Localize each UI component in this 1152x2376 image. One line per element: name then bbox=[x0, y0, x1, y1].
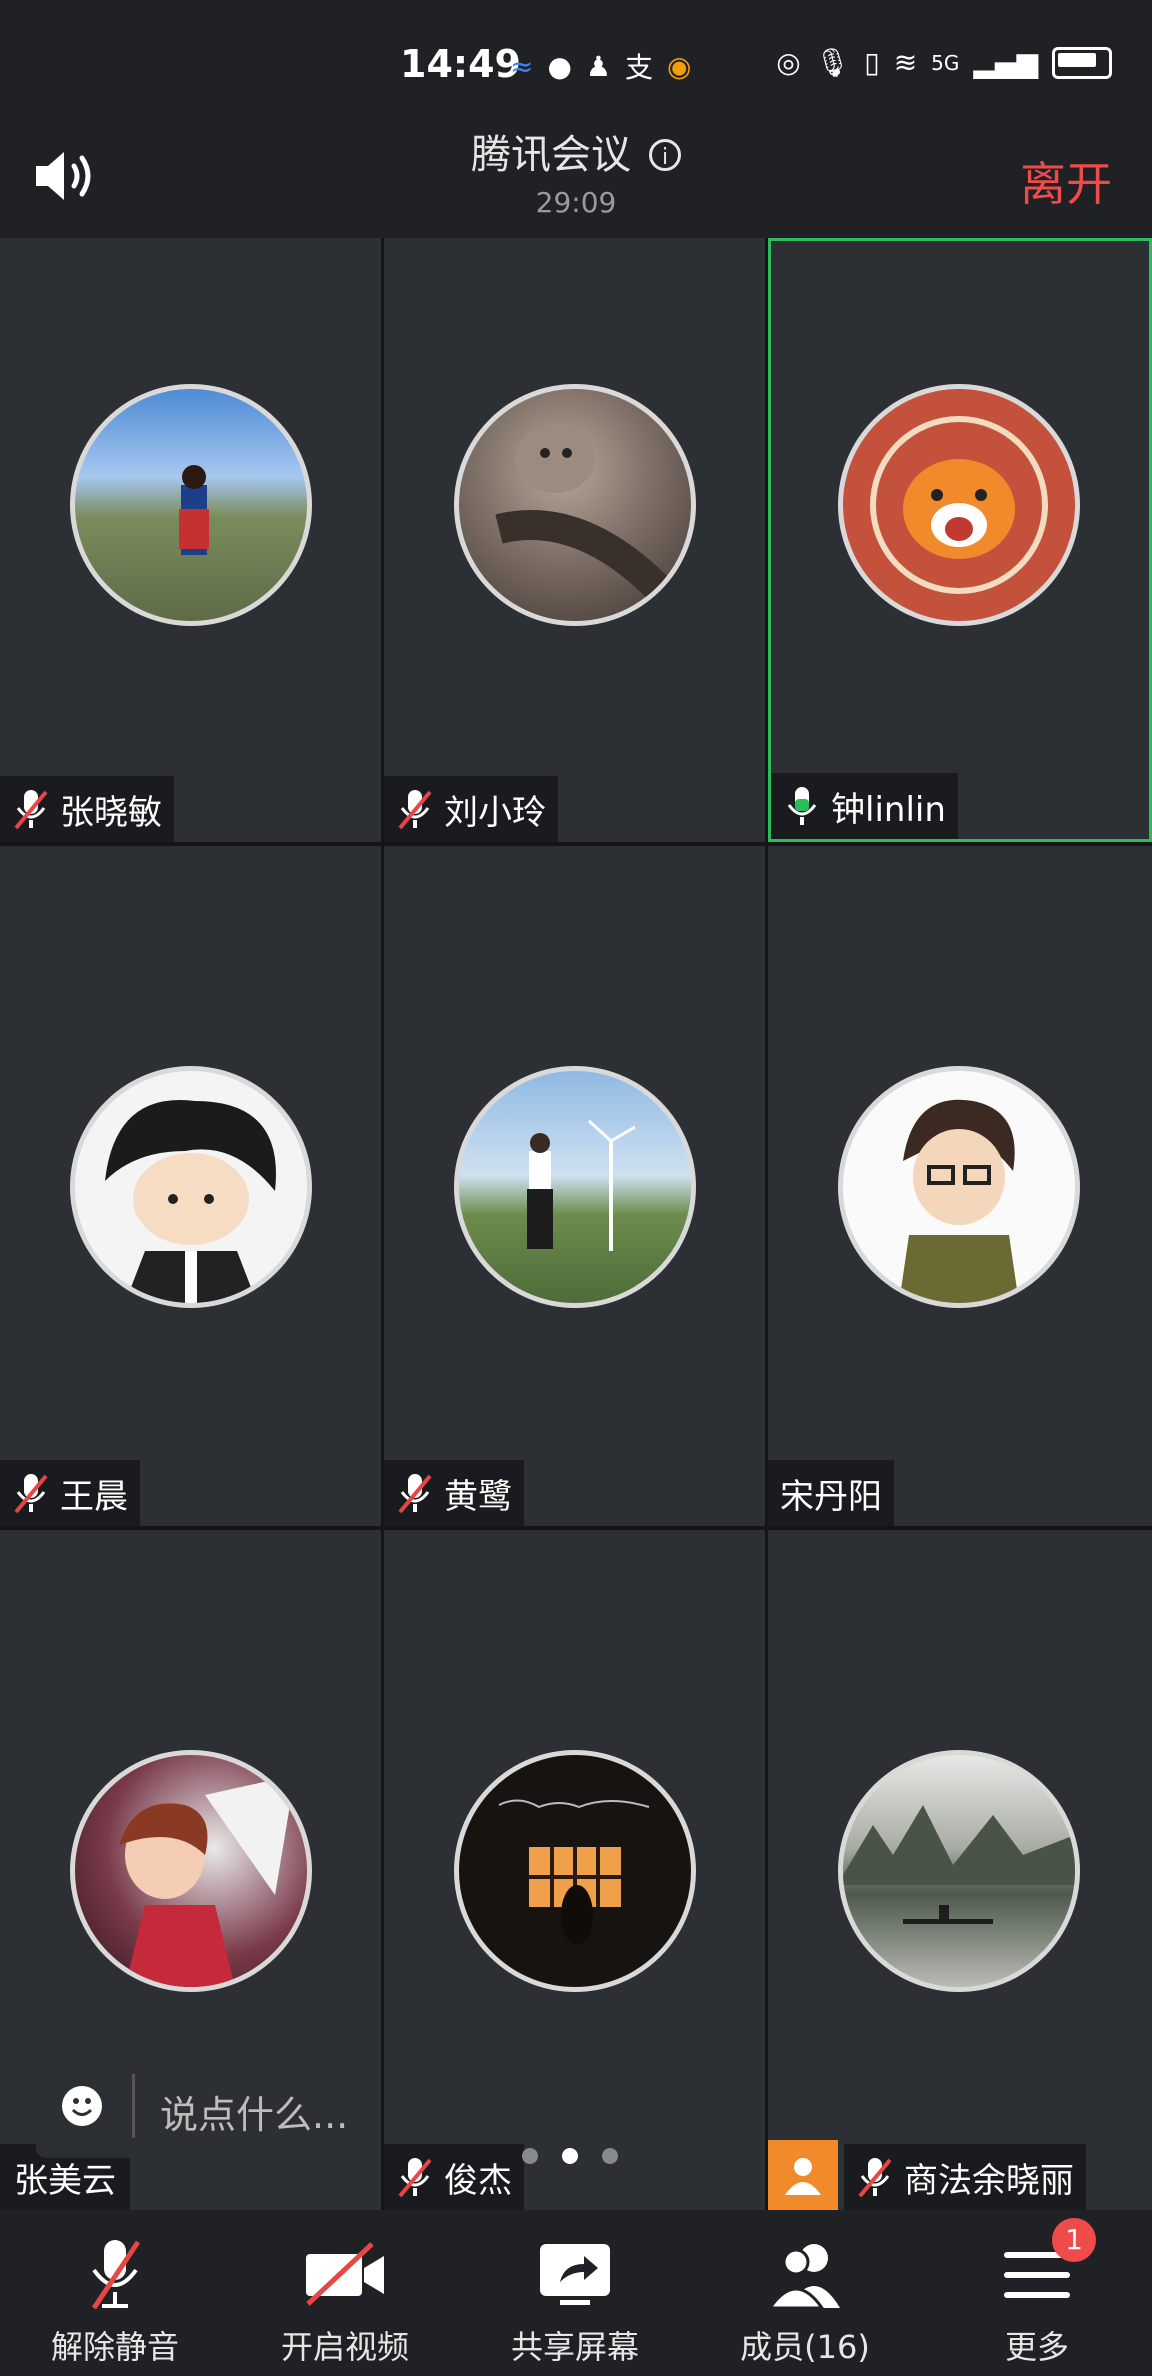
participant-tile[interactable]: 张晓敏 bbox=[0, 238, 381, 842]
status-right-icons: ◎ 🎙︎ ▯ ≋ 5G ▂▄▆ bbox=[776, 46, 1112, 79]
participant-grid: 张晓敏 刘小玲 钟linlin 王晨 黄鹭 宋丹阳 张美云 俊杰 商法余晓丽 bbox=[0, 238, 1152, 2210]
participant-tile[interactable]: 俊杰 bbox=[384, 1530, 765, 2210]
participant-name: 宋丹阳 bbox=[780, 1476, 882, 1517]
colorful-app-icon: ◉ bbox=[667, 49, 692, 83]
unmute-button[interactable]: 解除静音 bbox=[0, 2210, 230, 2376]
mic-muted-icon bbox=[398, 2158, 432, 2198]
participant-tile[interactable]: 宋丹阳 bbox=[768, 846, 1152, 1526]
status-left-icons: ≈ ● ♟ 支 ◉ bbox=[510, 46, 691, 86]
emoji-icon[interactable] bbox=[62, 2086, 102, 2126]
avatar bbox=[838, 384, 1080, 626]
mic-off-icon bbox=[91, 2240, 141, 2310]
participant-name: 张美云 bbox=[14, 2160, 116, 2201]
page-dot[interactable] bbox=[522, 2148, 538, 2164]
bottom-toolbar: 解除静音 开启视频 共享屏幕 成员(16) 1 更多 bbox=[0, 2210, 1152, 2376]
participant-namebar: 黄鹭 bbox=[384, 1460, 524, 1526]
avatar bbox=[838, 1066, 1080, 1308]
participant-namebar: 张晓敏 bbox=[0, 776, 174, 842]
eye-icon: ◎ bbox=[776, 46, 801, 79]
start-video-label: 开启视频 bbox=[280, 2328, 409, 2366]
notification-badge: 1 bbox=[1052, 2218, 1096, 2262]
avatar bbox=[838, 1750, 1080, 1992]
participant-tile[interactable]: 刘小玲 bbox=[384, 238, 765, 842]
participant-namebar: 宋丹阳 bbox=[768, 1460, 894, 1526]
participant-name: 刘小玲 bbox=[444, 792, 546, 833]
share-screen-label: 共享屏幕 bbox=[510, 2328, 639, 2366]
battery-icon bbox=[1052, 46, 1112, 79]
avatar bbox=[454, 384, 696, 626]
user-icon bbox=[785, 2158, 821, 2195]
avatar bbox=[70, 1750, 312, 1992]
mic-icon: 🎙︎ bbox=[814, 46, 851, 79]
participant-tile-active-speaker[interactable]: 钟linlin bbox=[768, 238, 1152, 842]
share-screen-icon bbox=[540, 2244, 610, 2305]
share-screen-button[interactable]: 共享屏幕 bbox=[460, 2210, 690, 2376]
participant-name: 黄鹭 bbox=[444, 1476, 512, 1517]
participant-namebar: 钟linlin bbox=[771, 773, 958, 839]
mic-muted-icon bbox=[398, 790, 432, 830]
chat-placeholder[interactable]: 说点什么... bbox=[160, 2084, 348, 2139]
avatar bbox=[70, 384, 312, 626]
participant-namebar: 商法余晓丽 bbox=[844, 2144, 1086, 2210]
participant-name: 俊杰 bbox=[444, 2160, 512, 2201]
meeting-duration: 29:09 bbox=[535, 186, 617, 219]
more-button[interactable]: 1 更多 bbox=[922, 2210, 1152, 2376]
participant-tile[interactable]: 商法余晓丽 bbox=[768, 1530, 1152, 2210]
unmute-label: 解除静音 bbox=[50, 2328, 179, 2366]
page-dot[interactable] bbox=[602, 2148, 618, 2164]
avatar bbox=[454, 1066, 696, 1308]
meeting-header: 腾讯会议 i 29:09 离开 bbox=[0, 100, 1152, 238]
participant-name: 钟linlin bbox=[831, 789, 946, 830]
participant-name: 商法余晓丽 bbox=[904, 2160, 1074, 2201]
participant-tile[interactable]: 黄鹭 bbox=[384, 846, 765, 1526]
status-time: 14:49 bbox=[400, 42, 521, 86]
participant-namebar: 刘小玲 bbox=[384, 776, 558, 842]
members-icon bbox=[767, 2244, 840, 2310]
vibrate-icon: ▯ bbox=[864, 46, 880, 79]
start-video-button[interactable]: 开启视频 bbox=[230, 2210, 460, 2376]
more-label: 更多 bbox=[1004, 2328, 1069, 2366]
wifi-icon: ≋ bbox=[893, 46, 918, 79]
page-dot-active[interactable] bbox=[562, 2148, 578, 2164]
alipay-icon: 支 bbox=[625, 51, 654, 84]
avatar bbox=[70, 1066, 312, 1308]
avatar bbox=[454, 1750, 696, 1992]
mosaic-app-icon: ≈ bbox=[510, 49, 534, 83]
participant-name: 张晓敏 bbox=[60, 792, 162, 833]
participant-tile[interactable]: 王晨 bbox=[0, 846, 381, 1526]
signal-icon: ▂▄▆ bbox=[973, 46, 1038, 79]
chat-input[interactable]: 说点什么... bbox=[36, 2054, 380, 2158]
video-off-icon bbox=[306, 2242, 384, 2306]
wechat-icon: ● bbox=[547, 49, 572, 83]
meeting-title-wrap[interactable]: 腾讯会议 i bbox=[0, 122, 1152, 180]
qq-icon: ♟ bbox=[585, 49, 612, 83]
chat-divider bbox=[132, 2074, 135, 2138]
members-button[interactable]: 成员(16) bbox=[690, 2210, 920, 2376]
mic-muted-icon bbox=[14, 790, 48, 830]
participant-name: 王晨 bbox=[60, 1476, 128, 1517]
meeting-title: 腾讯会议 bbox=[471, 132, 631, 178]
host-badge bbox=[768, 2140, 838, 2210]
participant-namebar: 王晨 bbox=[0, 1460, 140, 1526]
members-label: 成员(16) bbox=[740, 2328, 870, 2366]
page-indicator bbox=[522, 2148, 618, 2164]
mic-speaking-icon bbox=[787, 787, 817, 825]
info-icon[interactable]: i bbox=[649, 139, 681, 171]
mic-muted-icon bbox=[14, 1474, 48, 1514]
leave-button[interactable]: 离开 bbox=[1020, 148, 1112, 214]
mic-muted-icon bbox=[858, 2158, 892, 2198]
5g-signal-icon: 5G bbox=[931, 50, 960, 75]
participant-namebar: 俊杰 bbox=[384, 2144, 524, 2210]
mic-muted-icon bbox=[398, 1474, 432, 1514]
